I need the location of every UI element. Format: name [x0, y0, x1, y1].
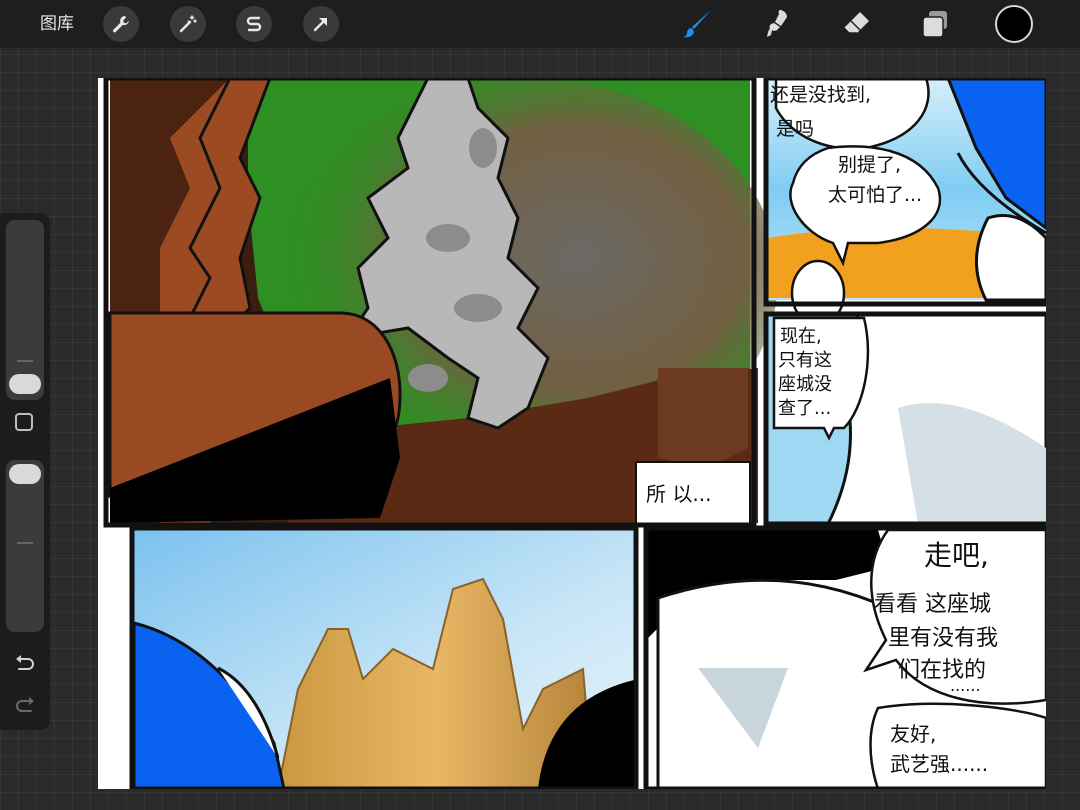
panel-4 — [129, 525, 639, 789]
dialogue-text: ...... — [950, 676, 981, 695]
wrench-icon[interactable] — [103, 6, 139, 42]
left-sidebar — [0, 213, 50, 730]
drawing-canvas[interactable]: 所 以... 还是没找到, 是吗 别提了, 太可怕了... 现在, 只有这 座城… — [98, 78, 1046, 789]
smudge-icon[interactable] — [759, 6, 795, 42]
modify-square-icon[interactable] — [15, 413, 33, 431]
magic-wand-icon[interactable] — [170, 6, 206, 42]
slider-tick — [17, 360, 33, 362]
layers-icon[interactable] — [917, 6, 953, 42]
panel-1 — [103, 78, 778, 528]
slider-tick — [17, 542, 33, 544]
caption-so: 所 以... — [646, 482, 712, 506]
dialogue-text: 座城没 — [778, 374, 832, 395]
dialogue-text: 里有没有我 — [888, 626, 999, 651]
dialogue-text: 太可怕了... — [828, 184, 923, 206]
dialogue-text: 是吗 — [776, 118, 815, 140]
dialogue-text: 看看 这座城 — [874, 592, 991, 617]
dialogue-text: 武艺强...... — [890, 752, 989, 776]
dialogue-text: 只有这 — [778, 350, 832, 371]
dialogue-text: 走吧, — [924, 539, 989, 572]
opacity-slider-handle[interactable] — [9, 464, 41, 484]
transform-arrow-icon[interactable] — [303, 6, 339, 42]
brush-icon[interactable] — [680, 6, 716, 42]
brush-size-slider-handle[interactable] — [9, 374, 41, 394]
dialogue-text: 友好, — [890, 722, 937, 746]
dialogue-text: 别提了, — [838, 154, 902, 176]
dialogue-text: 还是没找到, — [770, 84, 872, 106]
color-picker-button[interactable] — [995, 5, 1033, 43]
dialogue-text: 查了... — [778, 398, 832, 419]
selection-s-icon[interactable] — [236, 6, 272, 42]
gallery-button[interactable]: 图库 — [40, 12, 74, 36]
undo-icon[interactable] — [12, 654, 38, 674]
dialogue-text: 现在, — [780, 326, 822, 347]
eraser-icon[interactable] — [838, 6, 874, 42]
top-toolbar: 图库 — [0, 0, 1080, 48]
opacity-slider[interactable] — [6, 460, 44, 632]
redo-icon[interactable] — [12, 696, 38, 716]
brush-size-slider[interactable] — [6, 220, 44, 400]
